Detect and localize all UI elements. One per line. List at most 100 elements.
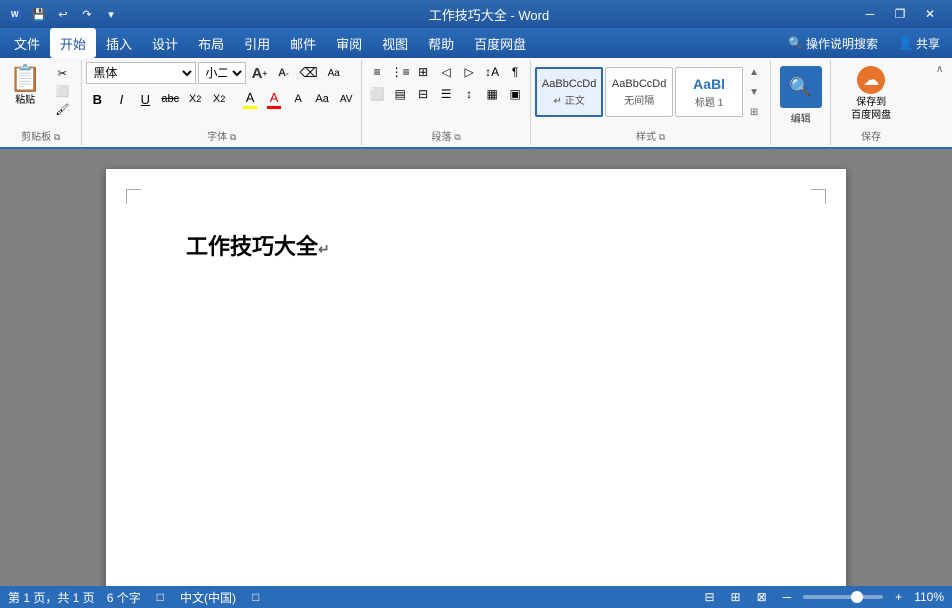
menu-item-mailings[interactable]: 邮件 <box>280 28 326 58</box>
font-shrink-button[interactable]: A- <box>272 62 294 84</box>
window-controls: ─ ❐ ✕ <box>856 4 944 24</box>
restore-button[interactable]: ❐ <box>886 4 914 24</box>
menu-item-review[interactable]: 审阅 <box>326 28 372 58</box>
menu-item-insert[interactable]: 插入 <box>96 28 142 58</box>
caps-button[interactable]: Aa <box>323 62 345 84</box>
bold-button[interactable]: B <box>86 88 108 110</box>
paste-button[interactable]: 📋 粘贴 <box>4 62 46 120</box>
edit-content: 🔍 编辑 <box>776 62 826 129</box>
sort-button[interactable]: ↕A <box>481 62 503 82</box>
align-right-button[interactable]: ⊟ <box>412 84 434 104</box>
borders-button[interactable]: ▣ <box>504 84 526 104</box>
show-formatting-button[interactable]: ¶ <box>504 62 526 82</box>
indent-inc-button[interactable]: ▷ <box>458 62 480 82</box>
justify-button[interactable]: ☰ <box>435 84 457 104</box>
font-size-select[interactable]: 小二 <box>198 62 246 84</box>
qs-dropdown-button[interactable]: ▾ <box>100 3 122 25</box>
styles-gallery: AaBbCcDd ↵ 正文 AaBbCcDd 无间隔 AaBl 标题 1 ▲ ▼ <box>535 62 763 122</box>
document-title[interactable]: 工作技巧大全↵ <box>186 229 766 261</box>
styles-content: AaBbCcDd ↵ 正文 AaBbCcDd 无间隔 AaBl 标题 1 ▲ ▼ <box>535 62 766 126</box>
superscript-button[interactable]: X2 <box>208 88 230 110</box>
style-heading1-preview: AaBl <box>693 76 725 92</box>
font-row-2: B I U abc X2 X2 A A <box>86 88 357 110</box>
save-baidu-button[interactable]: ☁ 保存到百度网盘 <box>847 62 895 126</box>
font-grow-button[interactable]: A+ <box>248 62 270 84</box>
font-color-button[interactable]: A <box>263 88 285 110</box>
zoom-percent: 110% <box>914 590 944 604</box>
menu-right: 🔍 操作说明搜索 👤 共享 <box>780 28 948 58</box>
menu-item-layout[interactable]: 布局 <box>188 28 234 58</box>
layout-print-button[interactable]: ⊟ <box>700 590 718 604</box>
search-button[interactable]: 🔍 <box>780 66 822 108</box>
format-painter-button[interactable]: 🖌 <box>49 100 75 118</box>
menu-item-view[interactable]: 视图 <box>372 28 418 58</box>
paragraph-label: 段落 ⧉ <box>366 126 526 143</box>
shading-button[interactable]: ▦ <box>481 84 503 104</box>
strikethrough-button[interactable]: abc <box>158 88 182 110</box>
font-label: 字体 ⧉ <box>86 126 357 143</box>
document-area[interactable]: 工作技巧大全↵ <box>0 149 952 586</box>
layout-web-button[interactable]: ⊞ <box>727 590 745 604</box>
menu-item-help[interactable]: 帮助 <box>418 28 464 58</box>
highlight-button[interactable]: A <box>239 88 261 110</box>
menu-item-home[interactable]: 开始 <box>50 28 96 58</box>
close-button[interactable]: ✕ <box>916 4 944 24</box>
copy-button[interactable]: ⬜ <box>49 82 75 100</box>
italic-button[interactable]: I <box>110 88 132 110</box>
font-color2-button[interactable]: Aa <box>311 88 333 110</box>
share-button[interactable]: 👤 共享 <box>890 33 948 54</box>
style-normal-preview: AaBbCcDd <box>542 78 596 90</box>
style-heading1[interactable]: AaBl 标题 1 <box>675 67 743 117</box>
share-label: 共享 <box>916 35 940 52</box>
font-name-select[interactable]: 黑体 <box>86 62 196 84</box>
search-help-button[interactable]: 🔍 操作说明搜索 <box>780 33 886 54</box>
char-count: 6 个字 <box>107 589 141 606</box>
font-row-1: 黑体 小二 A+ A- ⌫ Aa <box>86 62 344 84</box>
edit-label: 编辑 <box>791 110 811 125</box>
numbering-button[interactable]: ⋮≡ <box>389 62 411 82</box>
corner-tr <box>811 189 826 204</box>
zoom-out-button[interactable]: ─ <box>779 590 796 604</box>
ribbon-collapse-button[interactable]: ∧ <box>936 60 952 145</box>
align-center-button[interactable]: ▤ <box>389 84 411 104</box>
clipboard-content: 📋 粘贴 ✂ ⬜ 🖌 <box>4 62 77 126</box>
title-left: W 💾 ↩ ↷ ▾ <box>8 3 122 25</box>
font-content: 黑体 小二 A+ A- ⌫ Aa B I U abc X2 X2 <box>86 62 357 126</box>
scroll-up-icon: ▲ <box>749 67 759 78</box>
menu-item-baidu[interactable]: 百度网盘 <box>464 28 536 58</box>
quick-access-toolbar: 💾 ↩ ↷ ▾ <box>28 3 122 25</box>
qs-save-button[interactable]: 💾 <box>28 3 50 25</box>
qs-redo-button[interactable]: ↷ <box>76 3 98 25</box>
track-changes-button[interactable]: □ <box>248 590 263 604</box>
multilevel-button[interactable]: ⊞ <box>412 62 434 82</box>
styles-scroll[interactable]: ▲ ▼ ⊞ <box>745 62 763 122</box>
cut-button[interactable]: ✂ <box>49 64 75 82</box>
paragraph-mark: ↵ <box>318 241 330 257</box>
menu-item-design[interactable]: 设计 <box>142 28 188 58</box>
text-effect-button[interactable]: A <box>287 88 309 110</box>
zoom-slider[interactable] <box>803 595 883 599</box>
underline-button[interactable]: U <box>134 88 156 110</box>
minimize-button[interactable]: ─ <box>856 4 884 24</box>
bullets-button[interactable]: ≡ <box>366 62 388 82</box>
font-group: 黑体 小二 A+ A- ⌫ Aa B I U abc X2 X2 <box>82 60 362 145</box>
line-spacing-button[interactable]: ↕ <box>458 84 480 104</box>
layout-read-button[interactable]: ⊠ <box>753 590 771 604</box>
scroll-more-icon: ⊞ <box>750 107 758 118</box>
style-no-spacing[interactable]: AaBbCcDd 无间隔 <box>605 67 673 117</box>
subscript-button[interactable]: X2 <box>184 88 206 110</box>
style-normal[interactable]: AaBbCcDd ↵ 正文 <box>535 67 603 117</box>
qs-undo-button[interactable]: ↩ <box>52 3 74 25</box>
save-group-label: 保存 <box>861 126 881 143</box>
share-icon: 👤 <box>898 36 913 50</box>
styles-label: 样式 ⧉ <box>535 126 766 143</box>
format-clear-button[interactable]: ⌫ <box>296 62 320 84</box>
menu-item-references[interactable]: 引用 <box>234 28 280 58</box>
zoom-in-button[interactable]: + <box>891 590 906 604</box>
indent-dec-button[interactable]: ◁ <box>435 62 457 82</box>
macro-button[interactable]: □ <box>153 590 168 604</box>
menu-item-file[interactable]: 文件 <box>4 28 50 58</box>
align-left-button[interactable]: ⬜ <box>366 84 388 104</box>
document-page[interactable]: 工作技巧大全↵ <box>106 169 846 586</box>
char-spacing-button[interactable]: AV <box>335 88 357 110</box>
